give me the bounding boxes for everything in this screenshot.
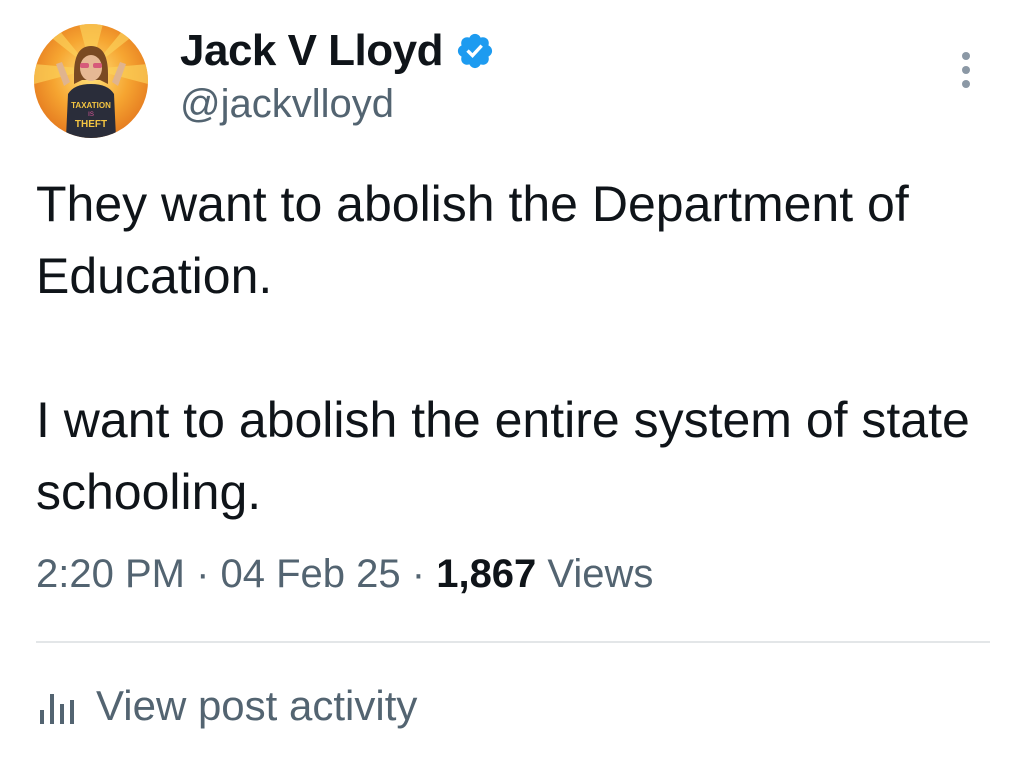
meta-separator: · — [400, 552, 437, 596]
post-meta: 2:20 PM · 04 Feb 25 · 1,867 Views — [36, 552, 653, 597]
post-time[interactable]: 2:20 PM — [36, 552, 185, 596]
author-handle[interactable]: @jackvlloyd — [180, 82, 394, 127]
post-text: They want to abolish the Department of E… — [36, 176, 970, 520]
view-post-activity-button[interactable]: View post activity — [36, 682, 417, 730]
more-vertical-icon[interactable] — [950, 48, 982, 92]
views-count: 1,867 — [436, 552, 537, 596]
svg-text:IS: IS — [88, 112, 94, 118]
verified-badge-icon — [457, 33, 493, 69]
avatar-image: TAXATION IS THEFT — [34, 24, 148, 138]
author-name-row: Jack V Lloyd — [180, 26, 495, 76]
view-post-activity-label: View post activity — [96, 682, 418, 729]
post-date[interactable]: 04 Feb 25 — [221, 552, 401, 596]
views-label: Views — [536, 552, 654, 596]
bar-chart-icon — [40, 694, 74, 724]
author-display-name[interactable]: Jack V Lloyd — [180, 26, 444, 76]
svg-text:THEFT: THEFT — [75, 119, 107, 130]
divider — [36, 641, 990, 643]
meta-separator: · — [184, 552, 221, 596]
avatar[interactable]: TAXATION IS THEFT — [34, 24, 148, 138]
post-card: TAXATION IS THEFT Jack V Lloyd @jackvllo… — [0, 0, 1024, 768]
svg-text:TAXATION: TAXATION — [71, 101, 111, 110]
